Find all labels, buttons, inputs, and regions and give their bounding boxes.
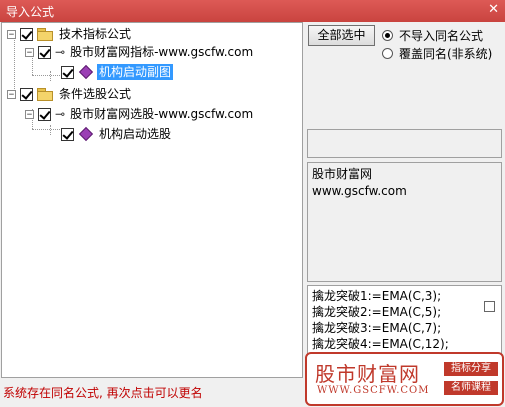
radio-button[interactable] <box>382 48 393 59</box>
code-line: 擒龙突破1:=EMA(C,3); <box>312 289 442 303</box>
watermark-logo: 股市财富网 WWW.GSCFW.COM 指标分享 名师课程 <box>305 352 504 406</box>
collapse-toggle[interactable]: − <box>25 47 34 57</box>
radio-button[interactable] <box>382 30 393 41</box>
checkbox-gscfw-indicators[interactable] <box>38 45 51 59</box>
watermark-tag: 名师课程 <box>444 381 498 395</box>
folder-icon <box>37 88 53 101</box>
radio-label: 不导入同名公式 <box>399 29 484 43</box>
tree-line <box>50 125 51 135</box>
tree-line <box>32 75 62 76</box>
tree-node-indicator-formulas[interactable]: − 技术指标公式 <box>7 25 133 43</box>
description-line: 股市财富网 <box>312 167 373 181</box>
tree-node-label: 机构启动副图 <box>97 64 174 80</box>
code-line: 擒龙突破3:=EMA(C,7); <box>312 321 442 335</box>
status-message: 系统存在同名公式, 再次点击可以更名 <box>3 386 203 400</box>
description-box: 股市财富网 www.gscfw.com <box>307 162 502 282</box>
tree-node-label: 股市财富网指标-www.gscfw.com <box>70 45 254 59</box>
gem-icon <box>78 64 94 80</box>
radio-overwrite-duplicates[interactable]: 覆盖同名(非系统) <box>382 45 492 62</box>
key-icon: ⊸ <box>55 107 66 121</box>
tree-node-institution-start-subchart[interactable]: 机构启动副图 <box>61 63 174 81</box>
formula-tree[interactable]: − 技术指标公式 − ⊸ 股市财富网指标-www.gscfw.com 机构启动副… <box>1 22 303 378</box>
gem-icon <box>78 126 94 142</box>
window-title: 导入公式 <box>6 5 55 19</box>
watermark-title: 股市财富网 <box>315 362 420 386</box>
collapse-toggle[interactable]: − <box>25 109 34 119</box>
tree-node-label: 股市财富网选股-www.gscfw.com <box>70 107 254 121</box>
checkbox-institution-start-subchart[interactable] <box>61 65 74 79</box>
checkbox-screener-formulas[interactable] <box>20 87 33 101</box>
radio-skip-duplicates[interactable]: 不导入同名公式 <box>382 27 483 44</box>
folder-icon <box>37 28 53 41</box>
title-bar: 导入公式 ✕ <box>0 0 505 22</box>
code-option-checkbox[interactable] <box>484 301 495 312</box>
key-icon: ⊸ <box>55 45 66 59</box>
checkbox-gscfw-screeners[interactable] <box>38 107 51 121</box>
code-line: 擒龙突破4:=EMA(C,12); <box>312 337 449 351</box>
tree-node-label: 条件选股公式 <box>59 87 132 101</box>
collapse-toggle[interactable]: − <box>7 29 16 39</box>
tree-node-gscfw-screeners[interactable]: − ⊸ 股市财富网选股-www.gscfw.com <box>25 105 255 123</box>
tree-node-institution-start-screener[interactable]: 机构启动选股 <box>61 125 173 143</box>
tree-line <box>50 71 51 81</box>
tree-node-label: 技术指标公式 <box>59 27 132 41</box>
code-line: 擒龙突破2:=EMA(C,5); <box>312 305 442 319</box>
tree-node-label: 机构启动选股 <box>99 127 172 141</box>
radio-label: 覆盖同名(非系统) <box>399 47 493 61</box>
watermark-url: WWW.GSCFW.COM <box>317 385 430 396</box>
checkbox-indicator-formulas[interactable] <box>20 27 33 41</box>
collapse-toggle[interactable]: − <box>7 89 16 99</box>
tree-node-gscfw-indicators[interactable]: − ⊸ 股市财富网指标-www.gscfw.com <box>25 43 255 61</box>
close-icon[interactable]: ✕ <box>488 2 499 18</box>
tree-line <box>32 129 62 130</box>
watermark-tag: 指标分享 <box>444 362 498 376</box>
tree-node-screener-formulas[interactable]: − 条件选股公式 <box>7 85 133 103</box>
description-line: www.gscfw.com <box>312 184 407 198</box>
info-box <box>307 129 502 158</box>
checkbox-institution-start-screener[interactable] <box>61 127 74 141</box>
select-all-button[interactable]: 全部选中 <box>308 25 375 46</box>
